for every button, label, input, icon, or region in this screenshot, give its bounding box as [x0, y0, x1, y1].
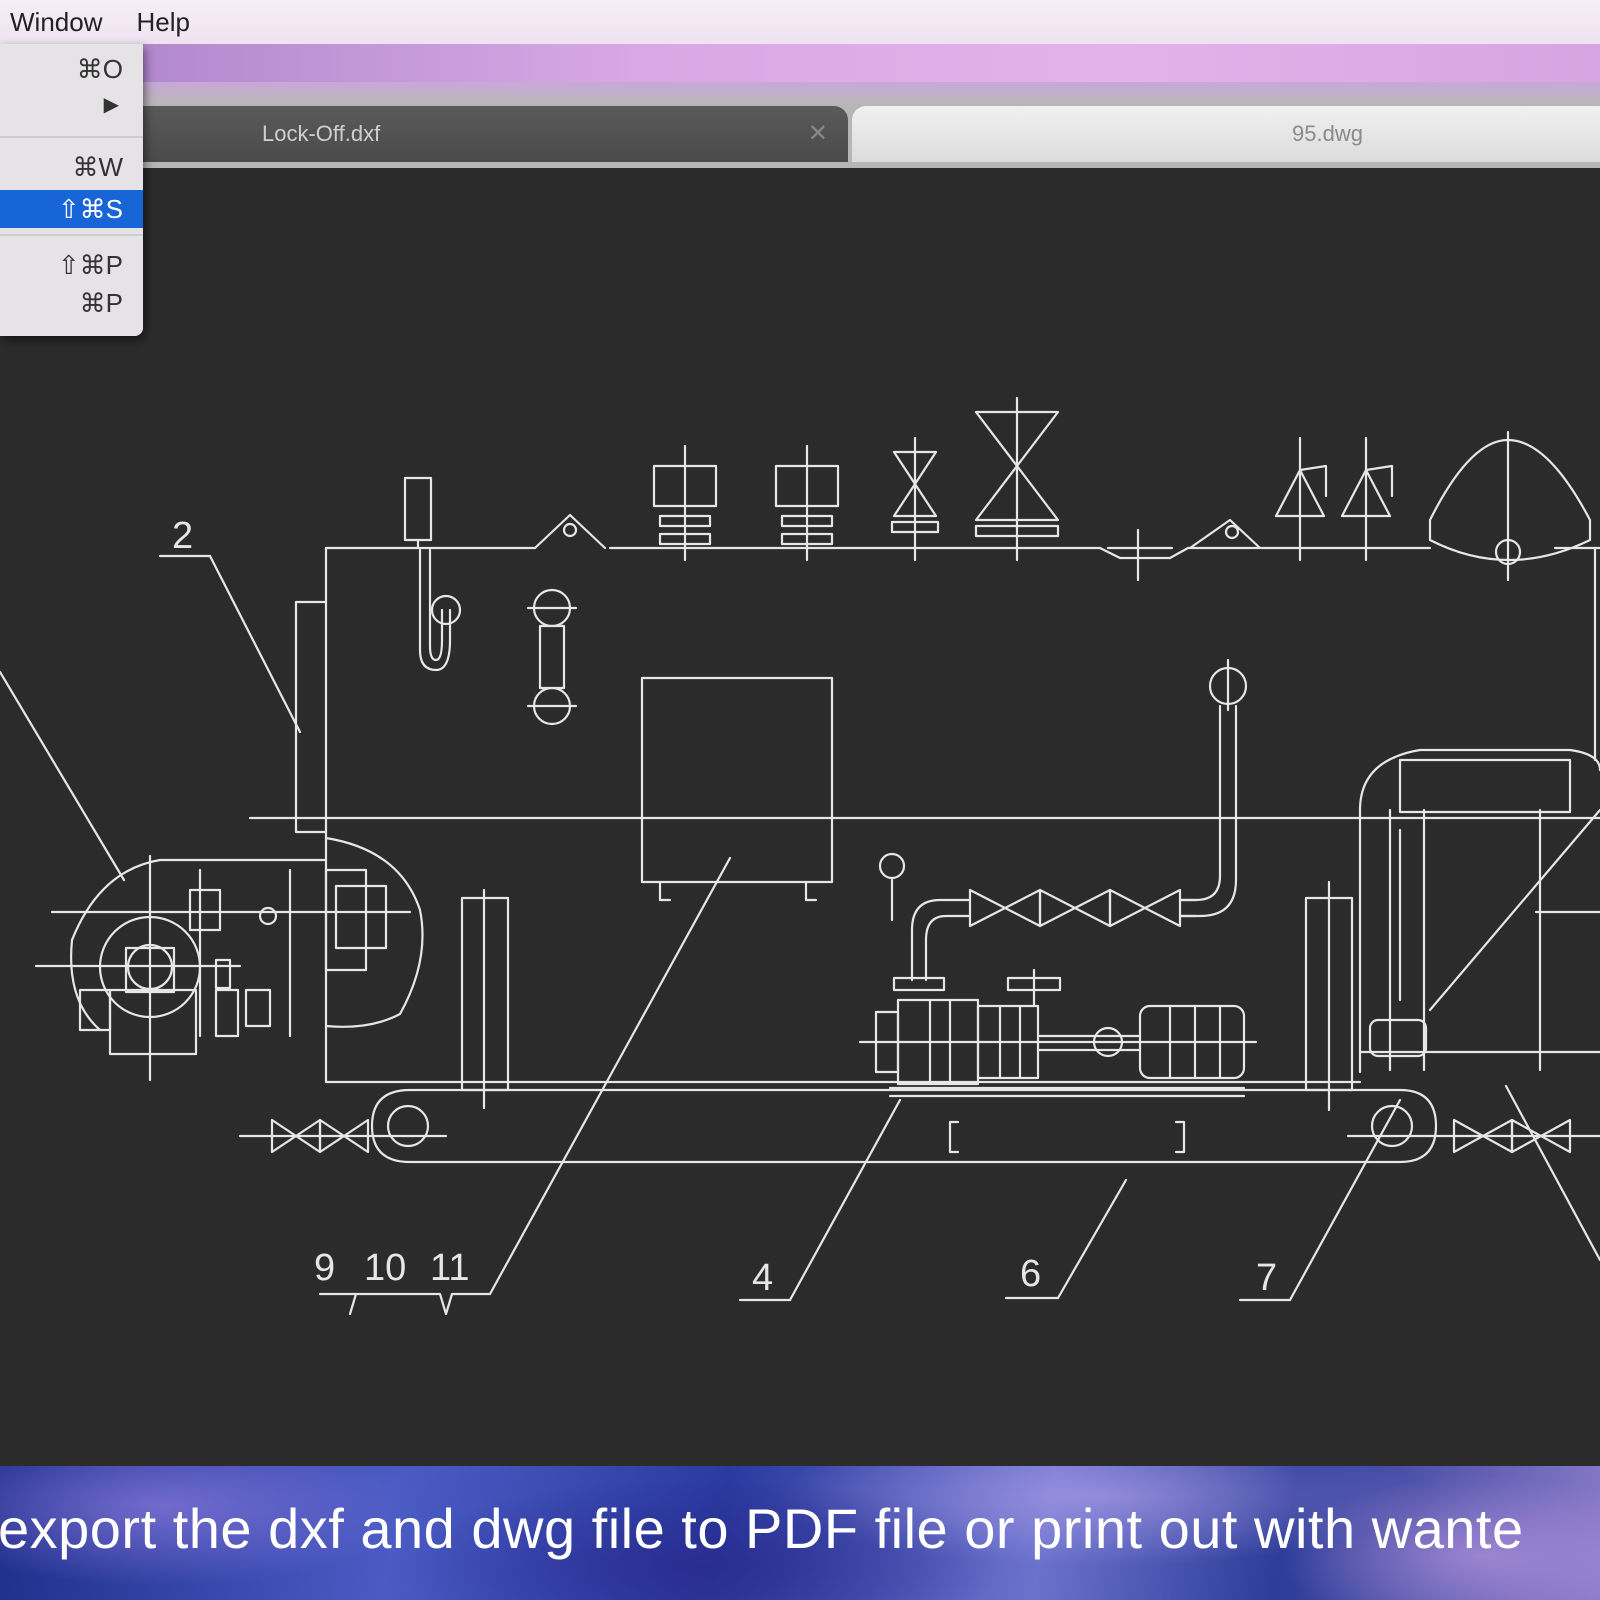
callout-2: 2	[172, 515, 193, 557]
callout-11: 11	[430, 1247, 469, 1289]
tab-bar: Lock-Off.dxf ✕ 95.dwg	[0, 104, 1600, 168]
callout-labels: 2 9 10 11 4 6 7	[172, 515, 1277, 1299]
cad-drawing: 2 9 10 11 4 6 7	[0, 396, 1600, 1316]
menu-bar: Window Help	[0, 0, 1600, 44]
menu-separator	[0, 234, 143, 236]
close-icon[interactable]: ✕	[808, 106, 828, 162]
base-frame	[238, 1088, 1600, 1164]
supports	[460, 880, 1354, 1112]
menu-separator	[0, 136, 143, 138]
burner-assembly	[0, 670, 424, 1082]
shortcut-open[interactable]: ⌘O	[77, 54, 123, 85]
menu-window[interactable]: Window	[0, 0, 112, 44]
callout-6: 6	[1020, 1253, 1041, 1295]
banner-caption: export the dxf and dwg file to PDF file …	[0, 1497, 1524, 1560]
menu-help[interactable]: Help	[126, 0, 199, 44]
submenu-arrow-icon[interactable]: ▶	[104, 92, 119, 117]
top-fittings	[403, 396, 1592, 582]
callout-4: 4	[752, 1257, 773, 1299]
menu-item-save-as-highlighted[interactable]: ⇧⌘S	[0, 190, 143, 228]
heat-exchanger	[1358, 748, 1600, 1074]
callout-9: 9	[314, 1247, 335, 1289]
shortcut-page-setup[interactable]: ⇧⌘P	[58, 250, 123, 281]
pump-motor	[858, 968, 1258, 1154]
drawing-canvas[interactable]: 2 9 10 11 4 6 7	[0, 170, 1600, 1466]
tab-label: Lock-Off.dxf	[262, 121, 381, 146]
promo-banner: export the dxf and dwg file to PDF file …	[0, 1466, 1600, 1600]
pipework	[910, 888, 1198, 982]
tank-body	[248, 546, 1600, 1084]
tab-95-dwg[interactable]: 95.dwg	[852, 106, 1600, 162]
shortcut-save-as: ⇧⌘S	[57, 194, 123, 224]
titlebar-strip	[0, 82, 1600, 106]
leader-lines	[158, 554, 1600, 1316]
shortcut-close[interactable]: ⌘W	[72, 152, 123, 183]
tab-label: 95.dwg	[1292, 121, 1363, 146]
callout-10: 10	[364, 1247, 406, 1289]
shortcut-print[interactable]: ⌘P	[80, 288, 123, 319]
tab-lock-off-dxf[interactable]: Lock-Off.dxf ✕	[80, 106, 848, 162]
control-panel	[640, 676, 834, 902]
callout-7: 7	[1256, 1257, 1277, 1299]
file-dropdown-menu: ⌘O ▶ ⌘W ⇧⌘S ⇧⌘P ⌘P	[0, 44, 143, 336]
